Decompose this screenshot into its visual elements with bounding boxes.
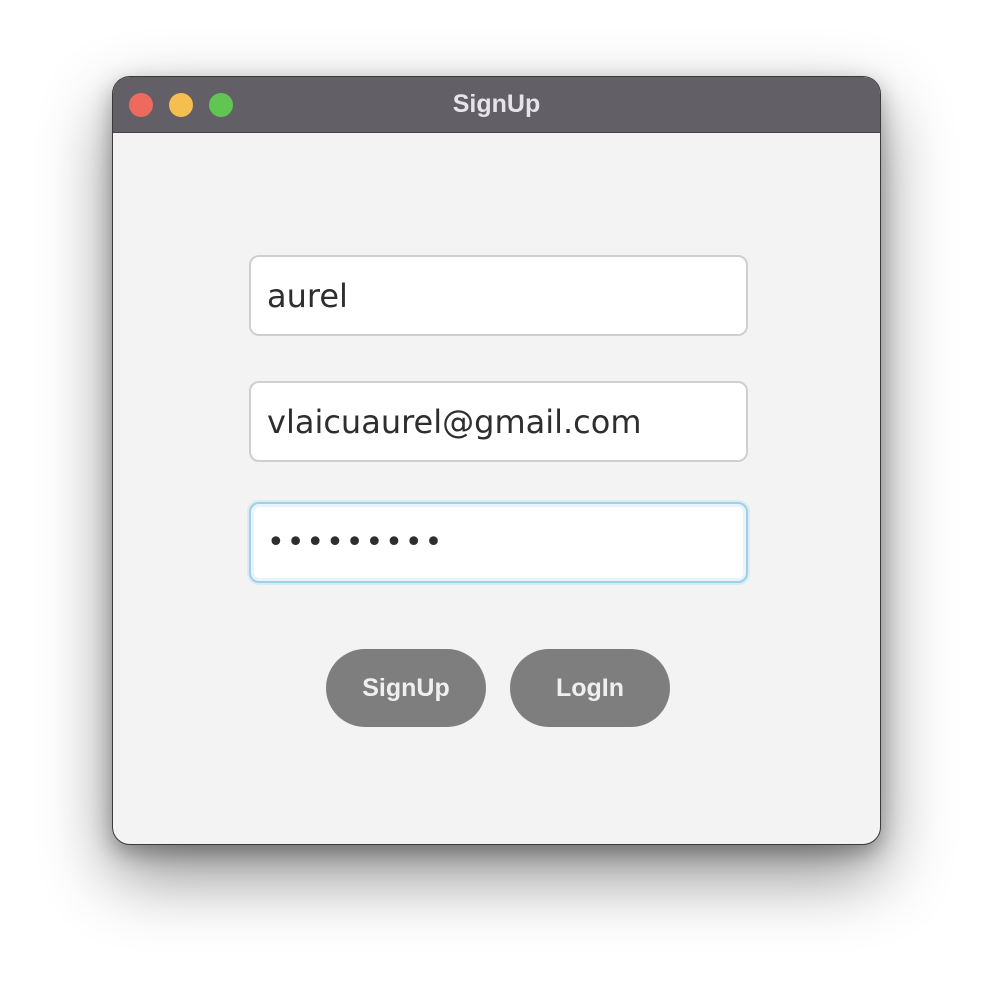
desktop: SignUp SignUp LogIn: [0, 0, 994, 994]
window-title: SignUp: [452, 90, 541, 118]
signup-form: SignUp LogIn: [113, 133, 880, 844]
email-field[interactable]: [249, 381, 748, 462]
login-button[interactable]: LogIn: [510, 649, 670, 727]
signup-button[interactable]: SignUp: [326, 649, 486, 727]
username-field[interactable]: [249, 255, 748, 336]
password-field[interactable]: [249, 502, 748, 583]
title-bar[interactable]: SignUp: [113, 77, 880, 133]
signup-window: SignUp SignUp LogIn: [112, 76, 881, 845]
